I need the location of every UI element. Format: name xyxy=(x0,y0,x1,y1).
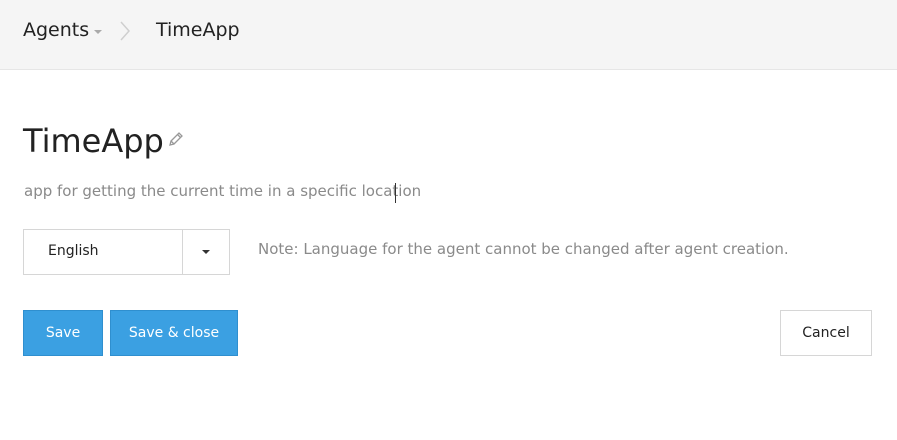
top-bar: Agents TimeApp xyxy=(0,0,897,70)
caret-down-icon[interactable] xyxy=(202,250,210,254)
language-note: Note: Language for the agent cannot be c… xyxy=(258,240,789,258)
language-select[interactable]: English xyxy=(23,229,230,275)
breadcrumb-current: TimeApp xyxy=(156,19,240,41)
save-close-button[interactable]: Save & close xyxy=(110,310,238,356)
agent-description-input[interactable]: app for getting the current time in a sp… xyxy=(24,182,624,200)
breadcrumb-agents-label: Agents xyxy=(23,19,90,41)
pencil-icon[interactable] xyxy=(167,130,185,148)
text-cursor xyxy=(395,183,396,203)
cancel-button[interactable]: Cancel xyxy=(780,310,872,356)
chevron-right-icon xyxy=(120,21,131,41)
caret-down-icon xyxy=(94,29,103,34)
agent-name-title[interactable]: TimeApp xyxy=(23,121,164,161)
language-select-value: English xyxy=(48,243,99,259)
select-divider xyxy=(182,230,183,274)
save-button[interactable]: Save xyxy=(23,310,103,356)
breadcrumb-agents[interactable]: Agents xyxy=(23,19,103,41)
